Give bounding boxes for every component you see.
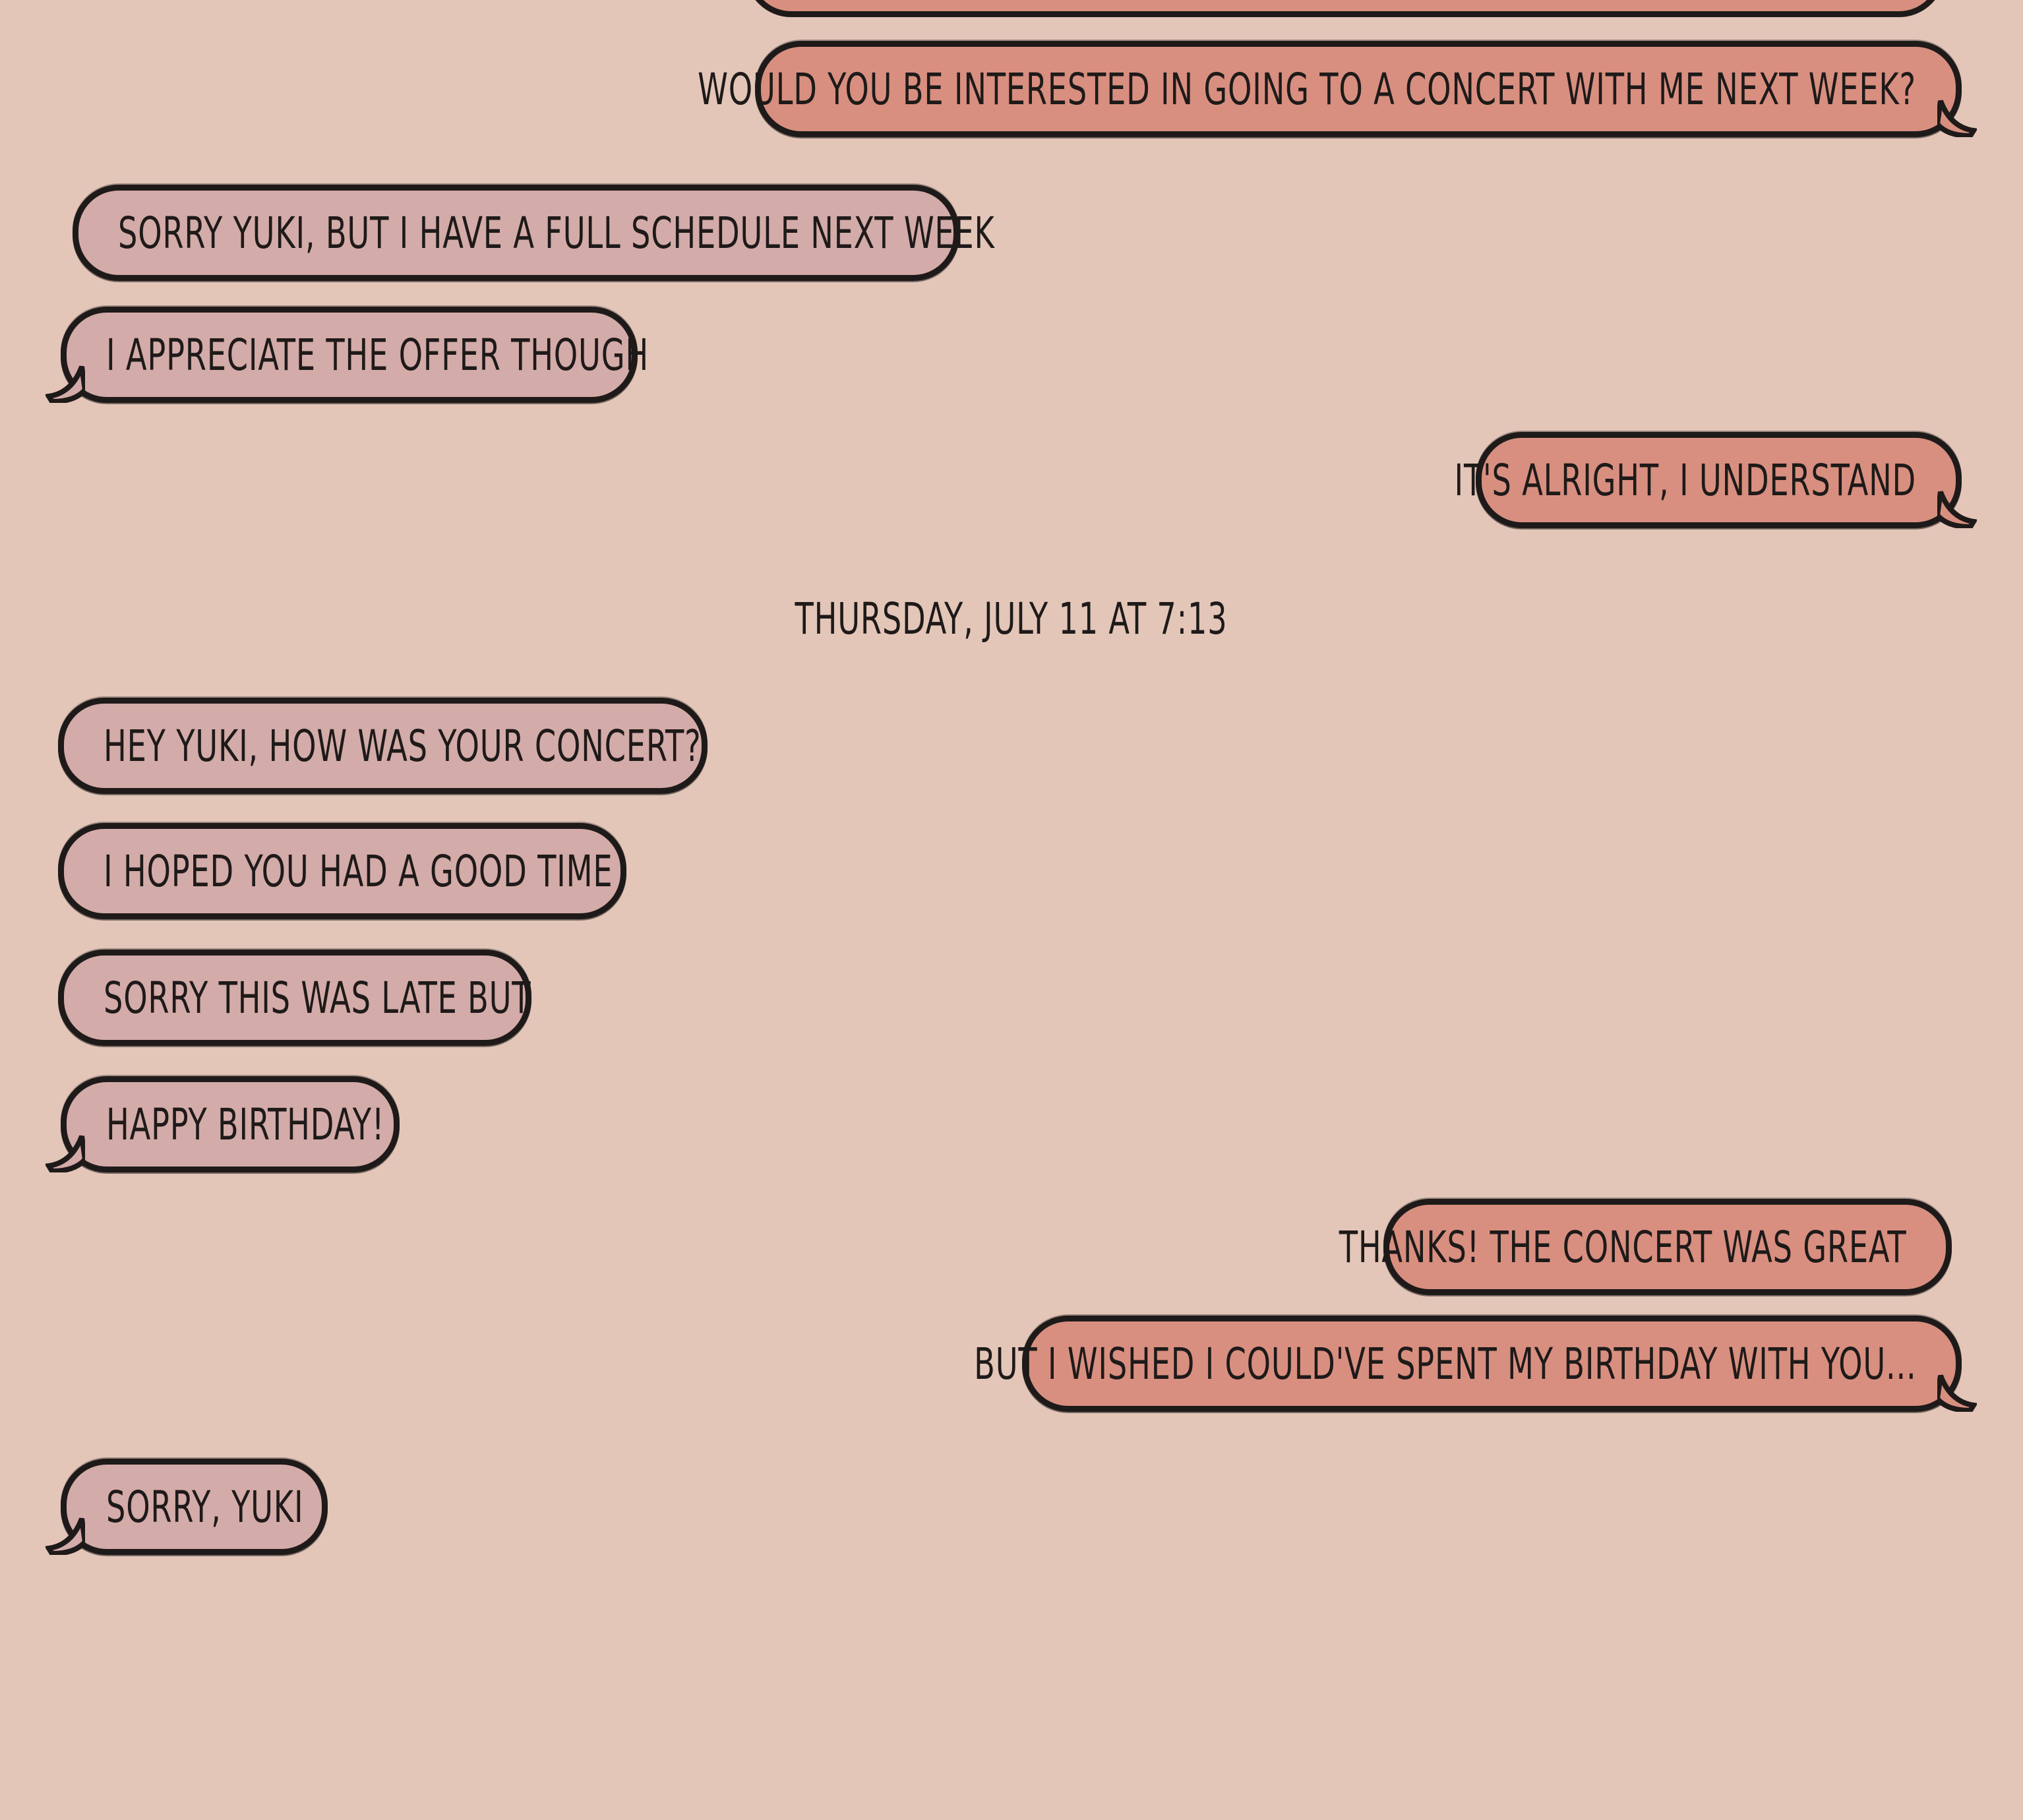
message-text: Sorry this was late but	[104, 972, 531, 1023]
message-bubble-sent[interactable]: But I wished I could've spent my birthda…	[974, 1316, 1977, 1412]
message-bubble-received[interactable]: Sorry this was late but	[58, 950, 531, 1046]
message-bubble-received[interactable]: I hoped you had a good time	[58, 823, 626, 919]
message-text: Hey Yuki, how was your concert?	[104, 720, 702, 772]
message-bubble-received[interactable]: Happy birthday!	[45, 1076, 400, 1172]
bubble-tail-icon	[1937, 100, 1977, 137]
message-bubble-received[interactable]: Hey Yuki, how was your concert?	[58, 698, 708, 794]
message-text: Happy birthday!	[106, 1099, 385, 1150]
message-bubble-sent[interactable]: Would you be interested in going to a co…	[698, 41, 1977, 137]
message-bubble-sent-partial[interactable]	[745, 0, 1945, 17]
message-text: But I wished I could've spent my birthda…	[973, 1338, 1916, 1389]
bubble-tail-icon	[45, 365, 85, 403]
message-bubble-sent[interactable]: Thanks! The concert was great	[1339, 1199, 1952, 1295]
message-text: Sorry, Yuki	[106, 1481, 304, 1532]
bubble-tail-icon	[1937, 491, 1977, 528]
message-bubble-received[interactable]: Sorry Yuki, but I have a full schedule n…	[73, 185, 994, 281]
message-text: Would you be interested in going to a co…	[698, 63, 1916, 115]
bubble-tail-icon	[1937, 1374, 1977, 1412]
message-text: Sorry Yuki, but I have a full schedule n…	[118, 207, 995, 258]
message-text: Thanks! The concert was great	[1339, 1221, 1906, 1273]
bubble-tail-icon	[45, 1517, 85, 1555]
message-bubble-received[interactable]: I appreciate the offer though	[45, 307, 648, 403]
timestamp-label: Thursday, July 11 at 7:13	[795, 593, 1228, 644]
bubble-tail-icon	[45, 1135, 85, 1172]
message-text: I hoped you had a good time	[104, 845, 613, 897]
message-text: It's alright, I understand	[1454, 454, 1916, 506]
message-bubble-sent[interactable]: It's alright, I understand	[1455, 432, 1977, 528]
message-bubble-received[interactable]: Sorry, Yuki	[45, 1459, 328, 1555]
chat-thread: Would you be interested in going to a co…	[0, 0, 2023, 1820]
message-text: I appreciate the offer though	[106, 329, 649, 380]
